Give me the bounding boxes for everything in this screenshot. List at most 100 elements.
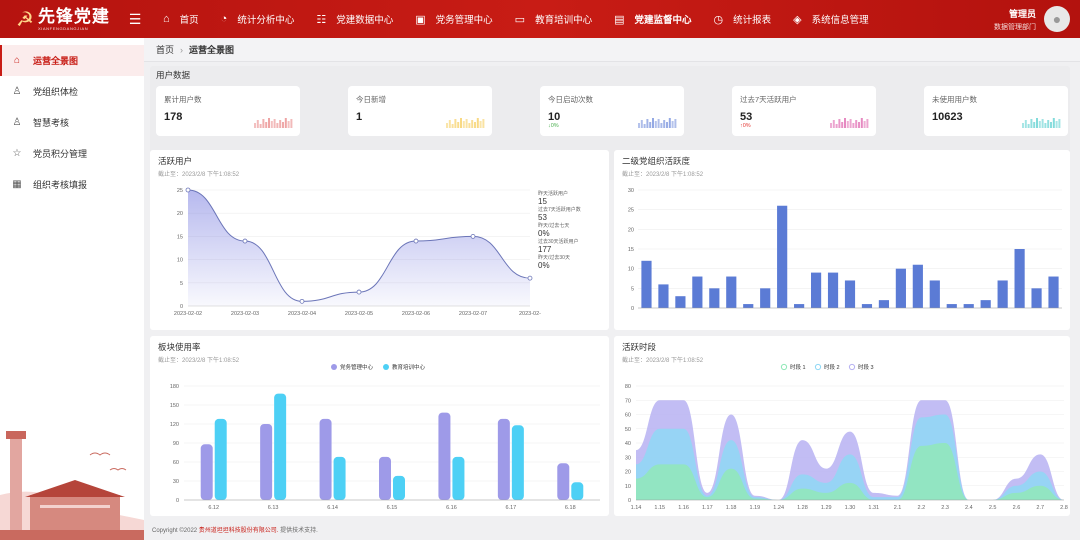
y-tick-label: 10: [628, 267, 634, 273]
legend-label: 时段 3: [858, 363, 874, 371]
spark-bar: [841, 122, 844, 128]
nav-data-center[interactable]: ☷ 党建数据中心: [305, 0, 404, 38]
stat-card-total-users[interactable]: 累计用户数 178: [156, 86, 300, 136]
spark-bar: [270, 121, 273, 128]
y-tick-label: 150: [170, 403, 179, 409]
company-link[interactable]: 贵州道坦坦科技股份有限公司.: [199, 528, 279, 534]
spark-bar: [666, 122, 668, 128]
spark-bar: [1027, 124, 1030, 128]
spark-bar: [451, 124, 454, 128]
stat-card-unused-users[interactable]: 未使用用户数 10623: [924, 86, 1068, 136]
x-tick-label: 1.17: [702, 505, 713, 511]
active-period-chart: 时段 1 时段 2 时段 3 0 10 20 30 40 50 60 70 80 1.14 1.15 1.1…: [625, 363, 1068, 511]
stat-label: 过去7天活跃用户数: [538, 207, 581, 213]
y-tick-label: 90: [173, 441, 179, 447]
nav-label: 党建监督中心: [634, 15, 692, 26]
x-tick-label: 6.18: [565, 505, 576, 511]
nav-affairs[interactable]: ▣ 党务管理中心: [404, 0, 503, 38]
spark-bar: [643, 124, 646, 128]
data-point: [470, 234, 476, 239]
bar: [743, 304, 754, 308]
breadcrumb-current: 运营全景图: [189, 45, 235, 55]
sidebar-item-assessment[interactable]: ♙ 智慧考核: [0, 107, 144, 138]
spark-bar: [835, 124, 838, 128]
nav-label: 首页: [179, 15, 199, 26]
spark-bar: [654, 121, 657, 128]
sidebar-item-org-check[interactable]: ♙ 党组织体检: [0, 76, 144, 107]
user-menu[interactable]: 管理员 数据管理部门 ●: [994, 0, 1070, 38]
sparkline: [830, 118, 869, 128]
spark-bar: [674, 119, 677, 128]
spark-bar: [256, 120, 259, 128]
nav-reports[interactable]: ◷ 统计报表: [703, 0, 783, 38]
stat-value: 10623: [932, 111, 963, 123]
bar: [200, 444, 213, 500]
nav-statistics[interactable]: ◔ 统计分析中心: [210, 0, 306, 38]
logo[interactable]: ☭ 先锋党建 XIANFENGDANGJIAN: [0, 0, 120, 38]
x-tick-label: 2023-02-: [519, 311, 541, 317]
footer: Copyright ©2022 贵州道坦坦科技股份有限公司. 提供技术支持.: [152, 525, 318, 534]
area-fill: [188, 190, 530, 306]
bar: [511, 425, 524, 500]
x-tick-label: 2.6: [1013, 505, 1021, 511]
menu-toggle-icon[interactable]: ☰: [120, 11, 150, 28]
sidebar-item-points[interactable]: ☆ 党员积分管理: [0, 138, 144, 169]
spark-bar: [284, 118, 287, 128]
x-tick-label: 1.19: [750, 505, 761, 511]
bar: [571, 482, 584, 500]
y-tick-label: 30: [625, 455, 631, 461]
bar: [946, 304, 957, 308]
sparkline: [1022, 118, 1061, 128]
nav-system[interactable]: ◈ 系统信息管理: [782, 0, 879, 38]
y-tick-label: 120: [170, 422, 179, 428]
bar: [658, 284, 669, 308]
sidebar: ⌂ 运营全景图 ♙ 党组织体检 ♙ 智慧考核 ☆ 党员积分管理 ▦ 组织考核填报: [0, 38, 144, 540]
bar: [393, 475, 405, 500]
spark-bar: [1036, 118, 1038, 128]
spark-bar: [863, 121, 866, 128]
bar: [452, 456, 465, 500]
legend-label: 教育培训中心: [392, 363, 426, 371]
stat-value: 15: [538, 197, 547, 206]
nav-label: 党建数据中心: [336, 15, 394, 26]
spark-bar: [1050, 122, 1052, 128]
sidebar-item-report[interactable]: ▦ 组织考核填报: [0, 169, 144, 200]
data-point: [527, 275, 533, 281]
sidebar-item-label: 运营全景图: [33, 56, 79, 66]
bar: [878, 300, 890, 308]
breadcrumb-home[interactable]: 首页: [156, 43, 174, 56]
briefcase-icon: ▣: [415, 13, 426, 26]
nav-education[interactable]: ▭ 教育培训中心: [504, 0, 603, 38]
stat-label: 累计用户数: [164, 95, 202, 104]
spark-bar: [476, 118, 479, 128]
data-point: [185, 187, 191, 193]
sidebar-item-label: 组织考核填报: [33, 180, 88, 190]
avatar[interactable]: ●: [1044, 6, 1070, 32]
spark-bar: [454, 119, 457, 128]
x-tick-label: 2.3: [941, 505, 949, 511]
sidebar-item-overview[interactable]: ⌂ 运营全景图: [0, 45, 144, 76]
spark-bar: [638, 123, 640, 128]
sidebar-item-label: 党员积分管理: [33, 149, 88, 159]
user-icon: ●: [1052, 11, 1062, 27]
x-tick-label: 6.16: [446, 505, 457, 511]
nav-home[interactable]: ⌂ 首页: [152, 0, 210, 38]
nav-supervision[interactable]: ▤ 党建监督中心: [603, 0, 702, 38]
y-tick-label: 25: [628, 208, 634, 214]
report-icon: ▦: [12, 179, 22, 190]
spark-bar: [468, 123, 471, 128]
spark-bar: [276, 123, 279, 128]
spark-bar: [855, 120, 858, 128]
module-usage-panel: 板块使用率 截止至：2023/2/8 下午1:08:52 党务管理中心 教育培训中…: [150, 336, 609, 516]
stat-card-weekly-active[interactable]: 过去7天活跃用户 53 ↑0%: [732, 86, 876, 136]
nav-label: 统计分析中心: [237, 15, 295, 26]
x-tick-label: 6.13: [268, 505, 279, 511]
x-tick-label: 1.24: [773, 505, 784, 511]
bar: [810, 272, 822, 308]
spark-bar: [852, 123, 855, 128]
x-tick-label: 2.5: [989, 505, 997, 511]
stat-card-launches[interactable]: 今日启动次数 10 ↓0%: [540, 86, 684, 136]
stat-value: 53: [538, 213, 547, 222]
stat-card-new-today[interactable]: 今日新增 1: [348, 86, 492, 136]
legend-dot: [331, 364, 337, 370]
